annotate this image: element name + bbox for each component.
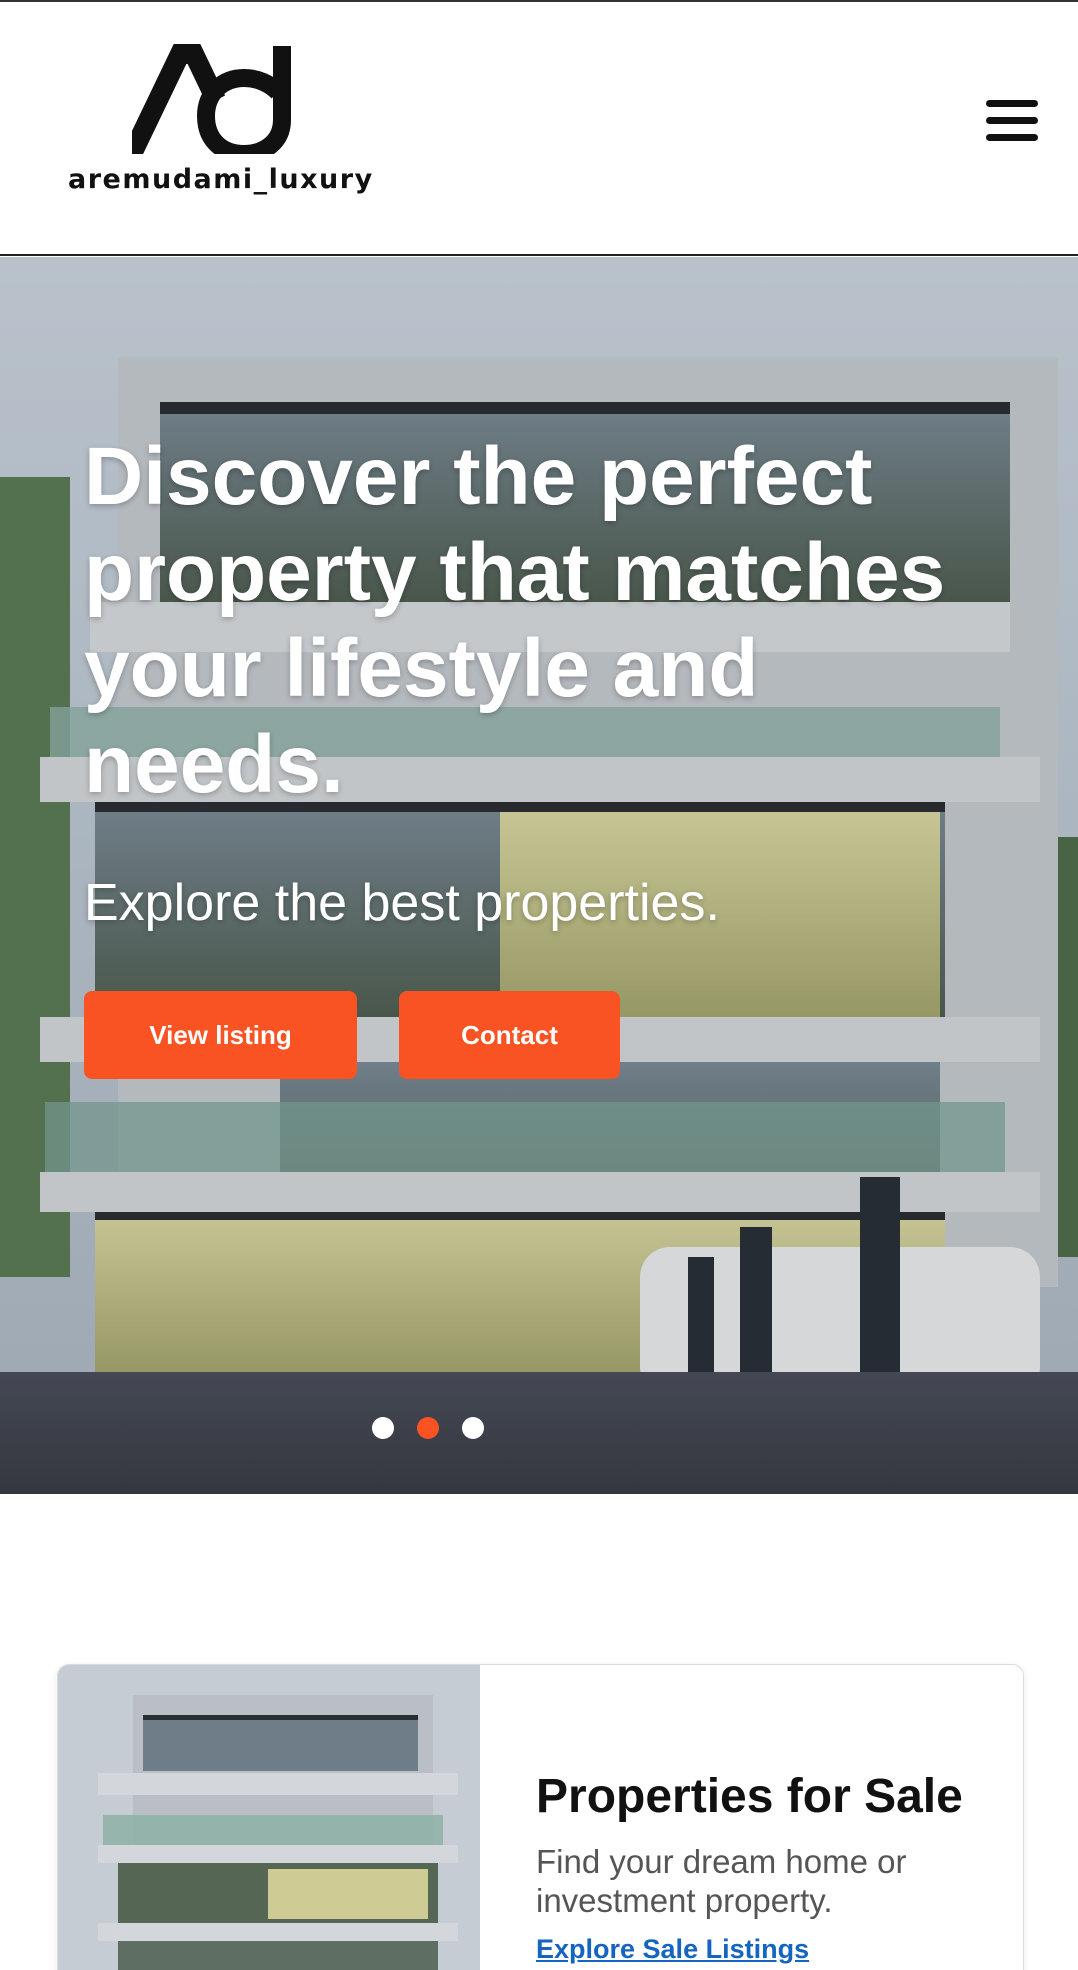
brand-name: aremudami_luxury (68, 164, 374, 195)
card-building-image (58, 1665, 480, 1970)
hamburger-icon (986, 100, 1038, 107)
ad-monogram-icon (132, 44, 291, 154)
hero-title: Discover the perfect property that match… (84, 431, 946, 810)
properties-for-sale-card: Properties for Sale Find your dream home… (57, 1664, 1024, 1970)
card-description: Find your dream home or investment prope… (536, 1843, 907, 1919)
view-listing-button[interactable]: View listing (84, 991, 357, 1079)
site-header: aremudami_luxury (0, 2, 1078, 256)
card-title: Properties for Sale (536, 1770, 963, 1823)
carousel-dot-2-active[interactable] (417, 1417, 439, 1439)
hero-carousel: Discover the perfect property that match… (0, 257, 1078, 1494)
hero-text: Discover the perfect property that match… (84, 429, 1004, 933)
contact-button[interactable]: Contact (399, 991, 620, 1079)
carousel-dot-3[interactable] (462, 1417, 484, 1439)
explore-sale-listings-link[interactable]: Explore Sale Listings (536, 1934, 809, 1965)
brand-logo[interactable]: aremudami_luxury (68, 42, 372, 207)
carousel-dot-1[interactable] (372, 1417, 394, 1439)
hero-subtitle: Explore the best properties. (84, 874, 720, 932)
card-content: Properties for Sale Find your dream home… (536, 1769, 996, 1965)
hamburger-menu-button[interactable] (986, 96, 1038, 144)
